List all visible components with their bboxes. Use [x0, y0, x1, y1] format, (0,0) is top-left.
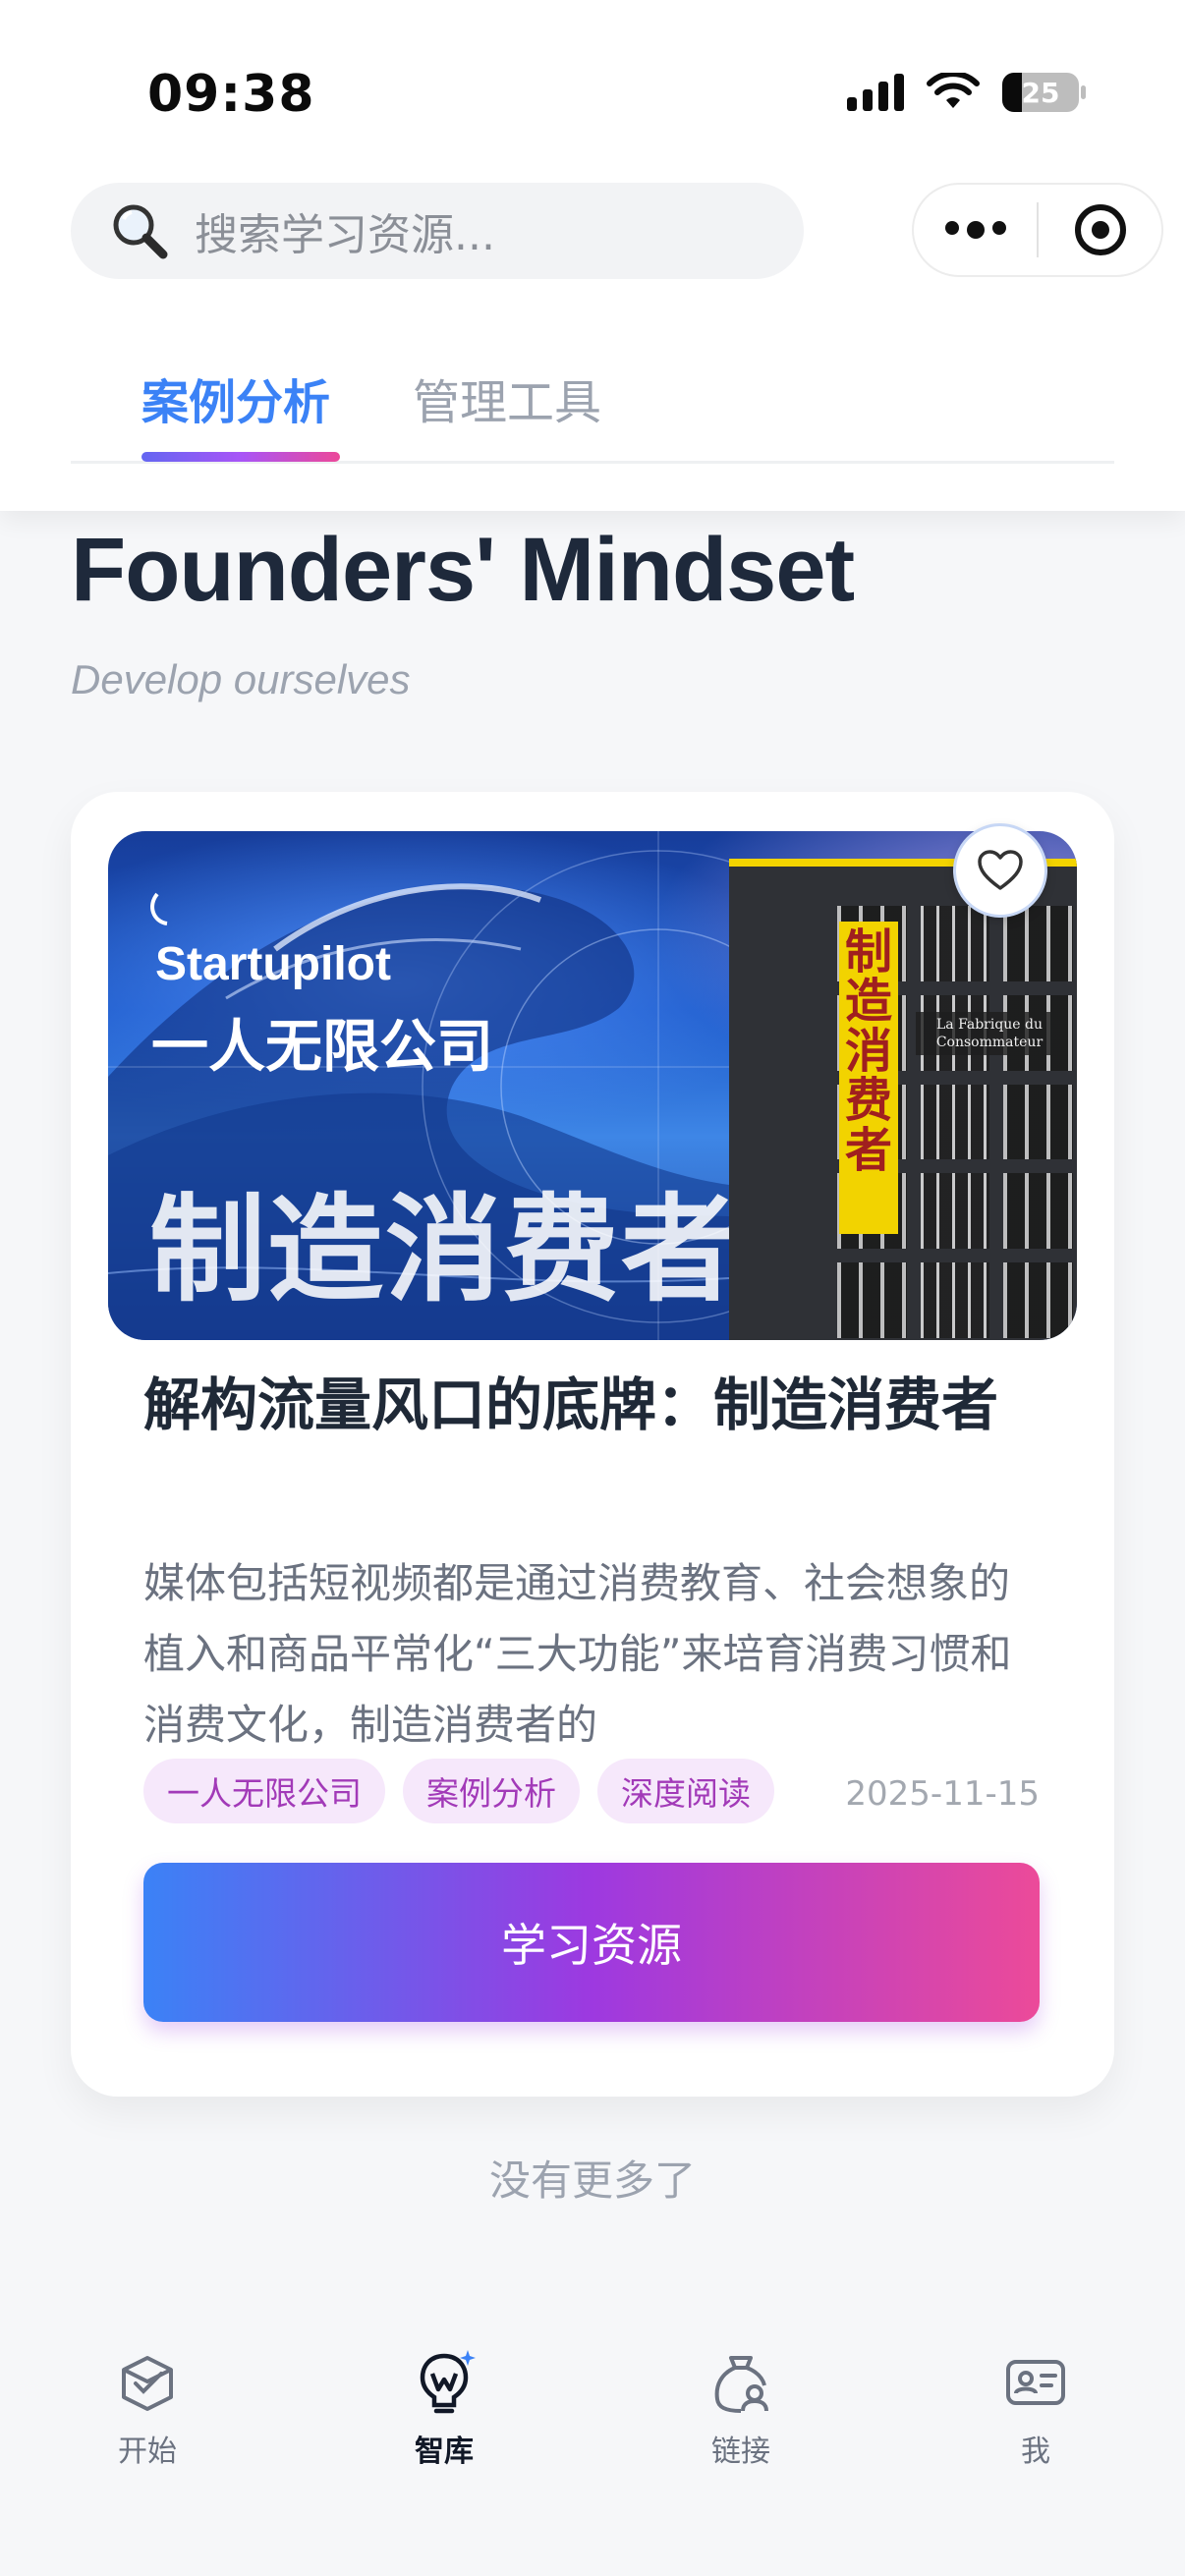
active-tab-indicator: [141, 452, 340, 462]
more-dots-icon: [944, 221, 1006, 239]
tag-chip[interactable]: 深度阅读: [597, 1759, 774, 1823]
card-description: 媒体包括短视频都是通过消费教育、社会想象的植入和商品平常化“三大功能”来培育消费…: [143, 1559, 1012, 1749]
nav-label-think-tank: 智库: [415, 2435, 474, 2469]
target-icon: [1074, 204, 1126, 255]
book-subtitle: La Fabrique du Consommateur: [916, 1012, 1063, 1056]
app-screen: 09:38 25 搜索学习资源... 案例分析 管理工具 Founders' M…: [0, 0, 1185, 2576]
nav-label-links: 链接: [711, 2435, 770, 2469]
list-end-message: 没有更多了: [488, 2156, 696, 2205]
tab-case-analysis[interactable]: 案例分析: [141, 364, 330, 432]
status-time: 09:38: [147, 65, 315, 124]
wifi-icon: [927, 73, 980, 108]
nav-item-start[interactable]: 开始: [59, 2348, 236, 2470]
nav-item-think-tank[interactable]: 智库: [356, 2348, 533, 2470]
favorite-button[interactable]: [953, 823, 1047, 918]
tag-chip[interactable]: 一人无限公司: [143, 1759, 385, 1823]
heart-icon: [978, 850, 1023, 890]
box-check-icon: [122, 2356, 173, 2411]
tag-list: 一人无限公司 案例分析 深度阅读: [143, 1759, 774, 1823]
top-header: 09:38 25 搜索学习资源... 案例分析 管理工具: [0, 0, 1185, 511]
search-icon: [113, 204, 168, 259]
category-tabs: 案例分析 管理工具: [71, 354, 1114, 464]
bag-person-icon: [714, 2356, 768, 2413]
search-bar[interactable]: 搜索学习资源...: [71, 183, 804, 279]
nav-item-me[interactable]: 我: [947, 2348, 1124, 2470]
search-placeholder: 搜索学习资源...: [195, 210, 495, 260]
publish-date: 2025-11-15: [845, 1774, 1040, 1814]
tag-chip[interactable]: 案例分析: [403, 1759, 580, 1823]
battery-icon: 25: [1002, 73, 1086, 112]
cover-company: 一人无限公司: [151, 1013, 494, 1080]
book-cover-image: 制造消费者 La Fabrique du Consommateur: [729, 859, 1077, 1340]
cellular-signal-icon: [847, 74, 904, 111]
nav-item-links[interactable]: 链接: [652, 2348, 829, 2470]
status-icons: 25: [847, 73, 1086, 112]
cover-image: Startupilot 一人无限公司 制造消费者 制造消费者 La Fabriq…: [108, 831, 1077, 1340]
close-mini-program-button[interactable]: [1039, 185, 1161, 275]
lightbulb-w-icon: [420, 2350, 476, 2414]
section-subtitle: Develop ourselves: [71, 656, 411, 702]
mini-program-capsule: [912, 183, 1163, 277]
bottom-tab-bar: 开始 智库 链接 我: [0, 2305, 1185, 2576]
cover-headline: 制造消费者: [149, 1182, 740, 1317]
more-button[interactable]: [914, 185, 1037, 275]
tab-management-tools[interactable]: 管理工具: [413, 364, 601, 432]
resource-card[interactable]: Startupilot 一人无限公司 制造消费者 制造消费者 La Fabriq…: [71, 792, 1114, 2097]
section-title: Founders' Mindset: [71, 520, 855, 620]
cover-brand-logo: Startupilot: [155, 938, 391, 990]
book-title: 制造消费者: [844, 924, 892, 1178]
battery-level: 25: [1021, 76, 1060, 109]
learn-resource-button[interactable]: 学习资源: [143, 1863, 1040, 2022]
id-card-icon: [1006, 2360, 1065, 2405]
nav-label-me: 我: [1021, 2435, 1050, 2469]
card-title[interactable]: 解构流量风口的底牌：制造消费者: [143, 1366, 1047, 1444]
nav-label-start: 开始: [118, 2435, 177, 2469]
